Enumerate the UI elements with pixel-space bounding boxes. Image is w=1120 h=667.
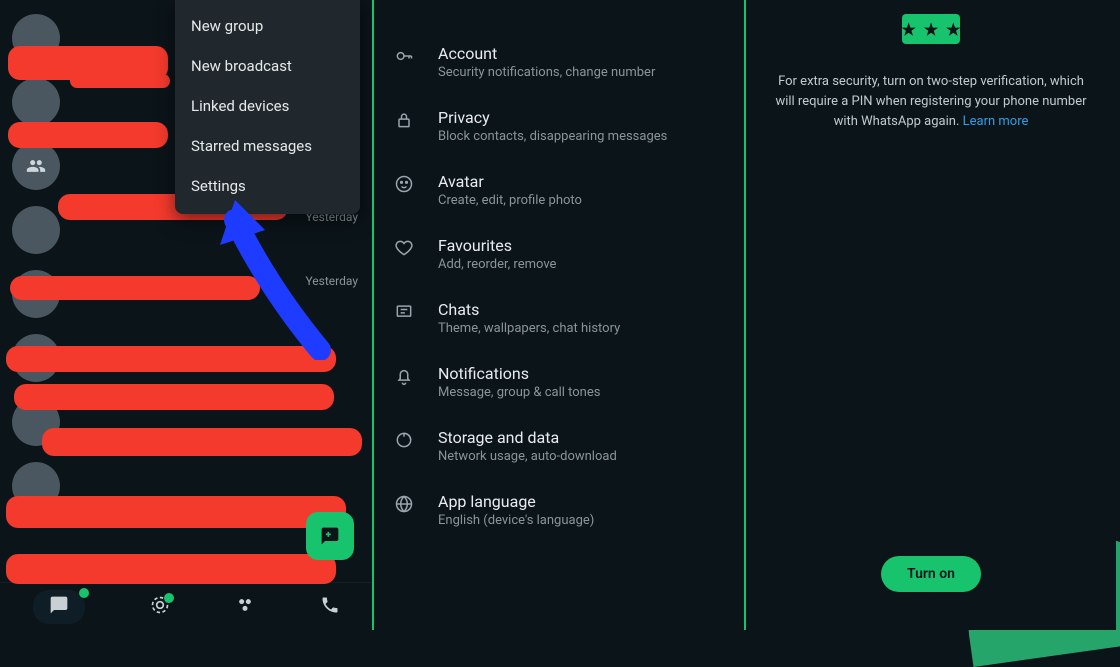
settings-title: Storage and data [438, 428, 617, 447]
settings-sub: Theme, wallpapers, chat history [438, 321, 620, 336]
settings-sub: Message, group & call tones [438, 385, 600, 400]
settings-item-privacy[interactable]: Privacy Block contacts, disappearing mess… [374, 94, 744, 158]
redaction [42, 428, 362, 456]
settings-sub: Add, reorder, remove [438, 257, 556, 272]
two-step-panel: ★ ★ ★ For extra security, turn on two-st… [744, 0, 1116, 630]
bell-icon [394, 366, 422, 390]
redaction [70, 74, 170, 88]
unread-dot [164, 593, 174, 603]
globe-icon [394, 494, 422, 518]
key-icon [394, 46, 422, 70]
settings-item-storage[interactable]: Storage and data Network usage, auto-down… [374, 414, 744, 478]
settings-sub: Network usage, auto-download [438, 449, 617, 464]
settings-title: Chats [438, 300, 620, 319]
calls-icon [320, 595, 340, 615]
settings-item-notifications[interactable]: Notifications Message, group & call tones [374, 350, 744, 414]
avatar[interactable] [12, 206, 60, 254]
lock-icon [394, 110, 422, 134]
nav-updates[interactable] [150, 595, 170, 619]
settings-list: Account Security notifications, change nu… [374, 0, 744, 542]
settings-item-language[interactable]: App language English (device's language) [374, 478, 744, 542]
settings-title: Privacy [438, 108, 667, 127]
redaction [6, 554, 336, 584]
settings-sub: Create, edit, profile photo [438, 193, 582, 208]
pin-chip: ★ ★ ★ [902, 14, 960, 44]
settings-panel: Account Security notifications, change nu… [372, 0, 744, 630]
panels-container: Yesterday Yesterday [0, 0, 1120, 630]
settings-item-avatar[interactable]: Avatar Create, edit, profile photo [374, 158, 744, 222]
avatar[interactable] [12, 142, 60, 190]
avatar[interactable] [12, 78, 60, 126]
settings-sub: Block contacts, disappearing messages [438, 129, 667, 144]
chat-list-panel: Yesterday Yesterday [0, 0, 372, 630]
settings-title: Account [438, 44, 655, 63]
menu-item-settings[interactable]: Settings [175, 166, 360, 206]
pin-star: ★ [924, 20, 938, 39]
menu-item-linked-devices[interactable]: Linked devices [175, 86, 360, 126]
settings-title: Favourites [438, 236, 556, 255]
settings-title: Avatar [438, 172, 582, 191]
nav-chats[interactable] [33, 590, 85, 624]
storage-icon [394, 430, 422, 454]
chat-icon [49, 595, 69, 615]
redaction [6, 346, 336, 372]
menu-item-new-group[interactable]: New group [175, 6, 360, 46]
desc-text: For extra security, turn on two-step ver… [775, 74, 1086, 129]
chat-settings-icon [394, 302, 422, 326]
settings-item-account[interactable]: Account Security notifications, change nu… [374, 30, 744, 94]
pin-star: ★ [946, 20, 960, 39]
heart-icon [394, 238, 422, 262]
unread-dot [79, 588, 89, 598]
settings-title: Notifications [438, 364, 600, 383]
pin-star: ★ [901, 20, 915, 39]
redaction [10, 276, 260, 300]
bottom-nav [0, 582, 372, 630]
redaction [6, 496, 346, 528]
settings-title: App language [438, 492, 594, 511]
communities-icon [235, 595, 255, 615]
settings-sub: Security notifications, change number [438, 65, 655, 80]
menu-item-new-broadcast[interactable]: New broadcast [175, 46, 360, 86]
turn-on-button[interactable]: Turn on [881, 556, 981, 592]
learn-more-link[interactable]: Learn more [963, 114, 1029, 129]
redaction [14, 384, 334, 410]
new-chat-icon [320, 526, 340, 546]
settings-sub: English (device's language) [438, 513, 594, 528]
chat-timestamp: Yesterday [305, 274, 358, 288]
settings-item-chats[interactable]: Chats Theme, wallpapers, chat history [374, 286, 744, 350]
overflow-menu: New group New broadcast Linked devices S… [175, 0, 360, 214]
nav-calls[interactable] [320, 595, 340, 619]
settings-item-favourites[interactable]: Favourites Add, reorder, remove [374, 222, 744, 286]
new-chat-fab[interactable] [306, 512, 354, 560]
avatar-icon [394, 174, 422, 198]
menu-item-starred[interactable]: Starred messages [175, 126, 360, 166]
redaction [8, 122, 168, 148]
nav-communities[interactable] [235, 595, 255, 619]
two-step-description: For extra security, turn on two-step ver… [746, 72, 1116, 132]
